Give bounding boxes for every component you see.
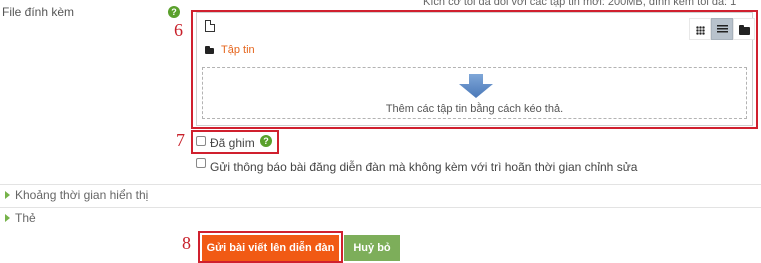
file-picker: Tập tin Thêm các tập tin bằng cách kéo t… bbox=[196, 12, 755, 126]
question-circle-icon[interactable]: ? bbox=[260, 135, 272, 147]
list-icon bbox=[717, 25, 728, 34]
expand-triangle-icon bbox=[5, 191, 10, 199]
download-arrow-icon bbox=[459, 74, 493, 98]
expand-triangle-icon bbox=[5, 214, 10, 222]
section-label: Khoảng thời gian hiển thị bbox=[15, 188, 149, 202]
notify-checkbox[interactable] bbox=[196, 158, 206, 168]
drop-zone-text: Thêm các tập tin bằng cách kéo thả. bbox=[385, 103, 564, 115]
section-display-period[interactable]: Khoảng thời gian hiển thị bbox=[0, 184, 761, 206]
section-tags[interactable]: Thẻ bbox=[0, 207, 761, 229]
pinned-label: Đã ghim bbox=[210, 136, 255, 150]
grid-icon bbox=[696, 26, 705, 35]
attachments-label: File đính kèm bbox=[2, 5, 75, 19]
folder-icon bbox=[205, 46, 214, 54]
question-circle-icon[interactable]: ? bbox=[168, 6, 180, 18]
file-limit-text: Kích cỡ tối đa đối với các tập tin mới: … bbox=[423, 0, 737, 8]
folder-link[interactable]: Tập tin bbox=[221, 44, 255, 56]
tree-view-button[interactable] bbox=[733, 18, 755, 40]
annotation-number-8: 8 bbox=[182, 233, 191, 253]
annotation-number-6: 6 bbox=[174, 20, 183, 40]
section-label: Thẻ bbox=[15, 211, 36, 225]
submit-post-button[interactable]: Gửi bài viết lên diễn đàn bbox=[202, 235, 339, 261]
drop-zone[interactable]: Thêm các tập tin bằng cách kéo thả. bbox=[202, 67, 747, 119]
folder-icon bbox=[739, 25, 750, 35]
add-file-icon[interactable] bbox=[205, 20, 215, 32]
cancel-button[interactable]: Huỷ bỏ bbox=[344, 235, 400, 261]
grid-view-button[interactable] bbox=[689, 18, 711, 40]
notify-label: Gửi thông báo bài đăng diễn đàn mà không… bbox=[210, 160, 638, 174]
annotation-number-7: 7 bbox=[176, 130, 185, 150]
pinned-checkbox[interactable] bbox=[196, 136, 206, 146]
list-view-button[interactable] bbox=[711, 18, 733, 40]
